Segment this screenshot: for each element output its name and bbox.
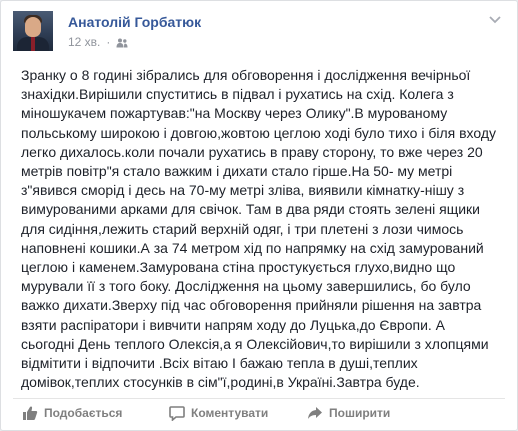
chevron-down-icon[interactable] <box>487 11 503 27</box>
comment-label: Коментувати <box>191 406 269 420</box>
share-button[interactable]: Поширити <box>307 405 390 421</box>
post-card: Анатолій Горбатюк 12 хв. · Зранку о 8 го… <box>0 0 518 431</box>
share-icon <box>307 405 323 421</box>
comment-icon <box>169 405 185 421</box>
post-meta: 12 хв. · <box>68 35 128 49</box>
friends-icon[interactable] <box>116 37 128 48</box>
post-text: Зранку о 8 годині зібрались для обговоре… <box>21 67 497 391</box>
thumbs-up-icon <box>22 405 38 421</box>
meta-separator: · <box>106 35 111 49</box>
avatar[interactable] <box>13 11 53 51</box>
like-label: Подобається <box>44 406 123 420</box>
share-label: Поширити <box>329 406 391 420</box>
post-time[interactable]: 12 хв. <box>68 35 100 49</box>
author-name[interactable]: Анатолій Горбатюк <box>68 14 201 30</box>
like-button[interactable]: Подобається <box>22 405 122 421</box>
post-actions-bar: Подобається Коментувати Поширити <box>1 399 517 429</box>
comment-button[interactable]: Коментувати <box>169 405 268 421</box>
